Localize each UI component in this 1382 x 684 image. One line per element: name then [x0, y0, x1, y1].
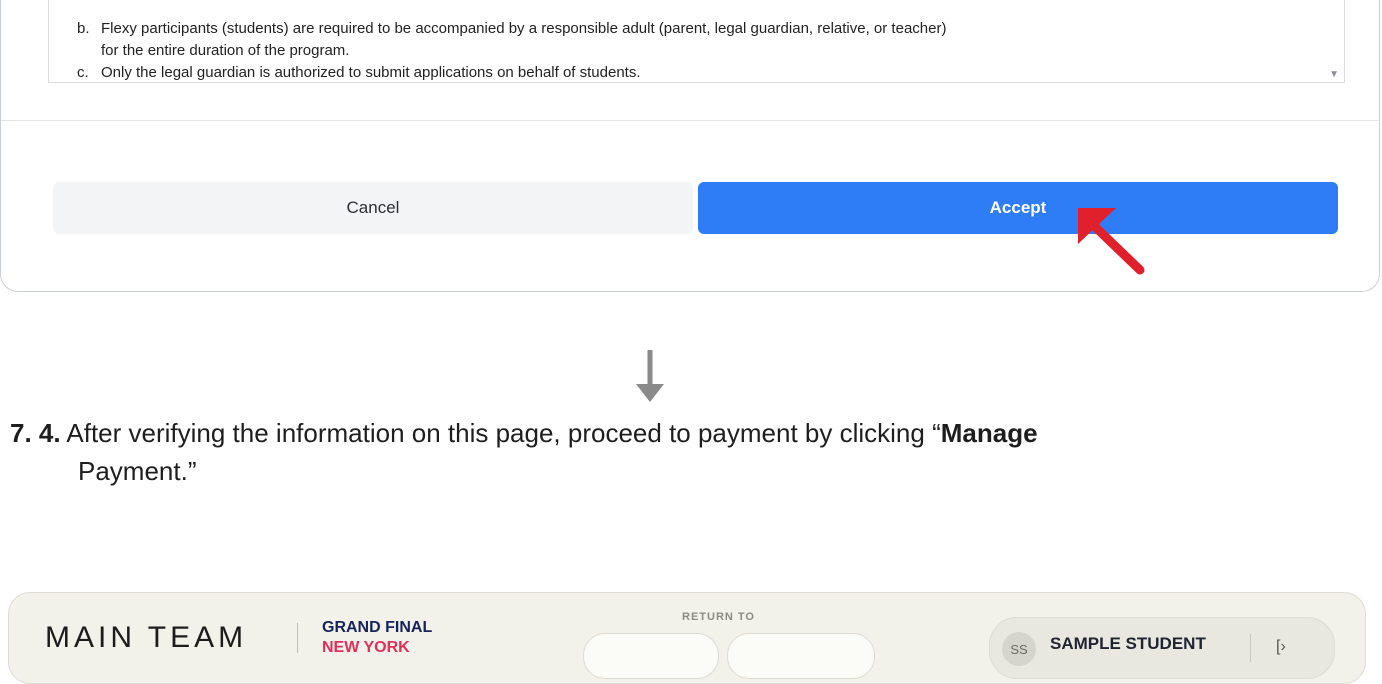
step-bold-text-continued: Payment. — [78, 456, 188, 486]
step-number: 7. 4. — [10, 418, 61, 448]
terms-dialog: b. Flexy participants (students) are requ… — [0, 0, 1380, 292]
cancel-button[interactable]: Cancel — [53, 182, 693, 234]
user-badge[interactable]: SS SAMPLE STUDENT [› — [989, 617, 1335, 679]
team-logo-text: MAIN TEAM — [45, 621, 248, 654]
header-separator — [297, 623, 298, 653]
step-instruction: 7. 4. After verifying the information on… — [10, 414, 1038, 452]
term-item-c: c. Only the legal guardian is authorized … — [77, 62, 641, 82]
return-to-label: RETURN TO — [682, 611, 755, 623]
return-button-2[interactable] — [727, 633, 875, 679]
return-button-1[interactable] — [583, 633, 719, 679]
logout-icon[interactable]: [› — [1276, 638, 1286, 656]
term-letter: c. — [77, 64, 89, 81]
step-text: After verifying the information on this … — [66, 418, 941, 448]
step-instruction-continued: Payment.” — [78, 452, 197, 490]
app-header-preview: MAIN TEAM GRAND FINAL NEW YORK RETURN TO… — [8, 592, 1366, 684]
term-text: Flexy participants (students) are requir… — [101, 20, 947, 37]
event-location: NEW YORK — [322, 639, 410, 656]
down-arrow-icon — [636, 350, 664, 402]
user-separator — [1250, 634, 1251, 662]
term-letter: b. — [77, 20, 90, 37]
event-title: GRAND FINAL — [322, 619, 433, 636]
step-bold-text: Manage — [940, 418, 1038, 448]
avatar: SS — [1002, 632, 1036, 666]
pointer-arrow-icon — [1078, 208, 1145, 275]
scroll-down-icon[interactable]: ▼ — [1329, 69, 1339, 80]
user-name: SAMPLE STUDENT — [1050, 634, 1206, 653]
step-closing-quote: ” — [187, 456, 197, 486]
term-item-b: b. Flexy participants (students) are requ… — [77, 18, 946, 40]
accept-button[interactable]: Accept — [698, 182, 1338, 234]
dialog-divider — [1, 120, 1379, 121]
terms-box[interactable]: b. Flexy participants (students) are requ… — [48, 0, 1345, 83]
term-text: Only the legal guardian is authorized to… — [101, 64, 641, 81]
term-item-b-continued: for the entire duration of the program. — [101, 42, 350, 59]
